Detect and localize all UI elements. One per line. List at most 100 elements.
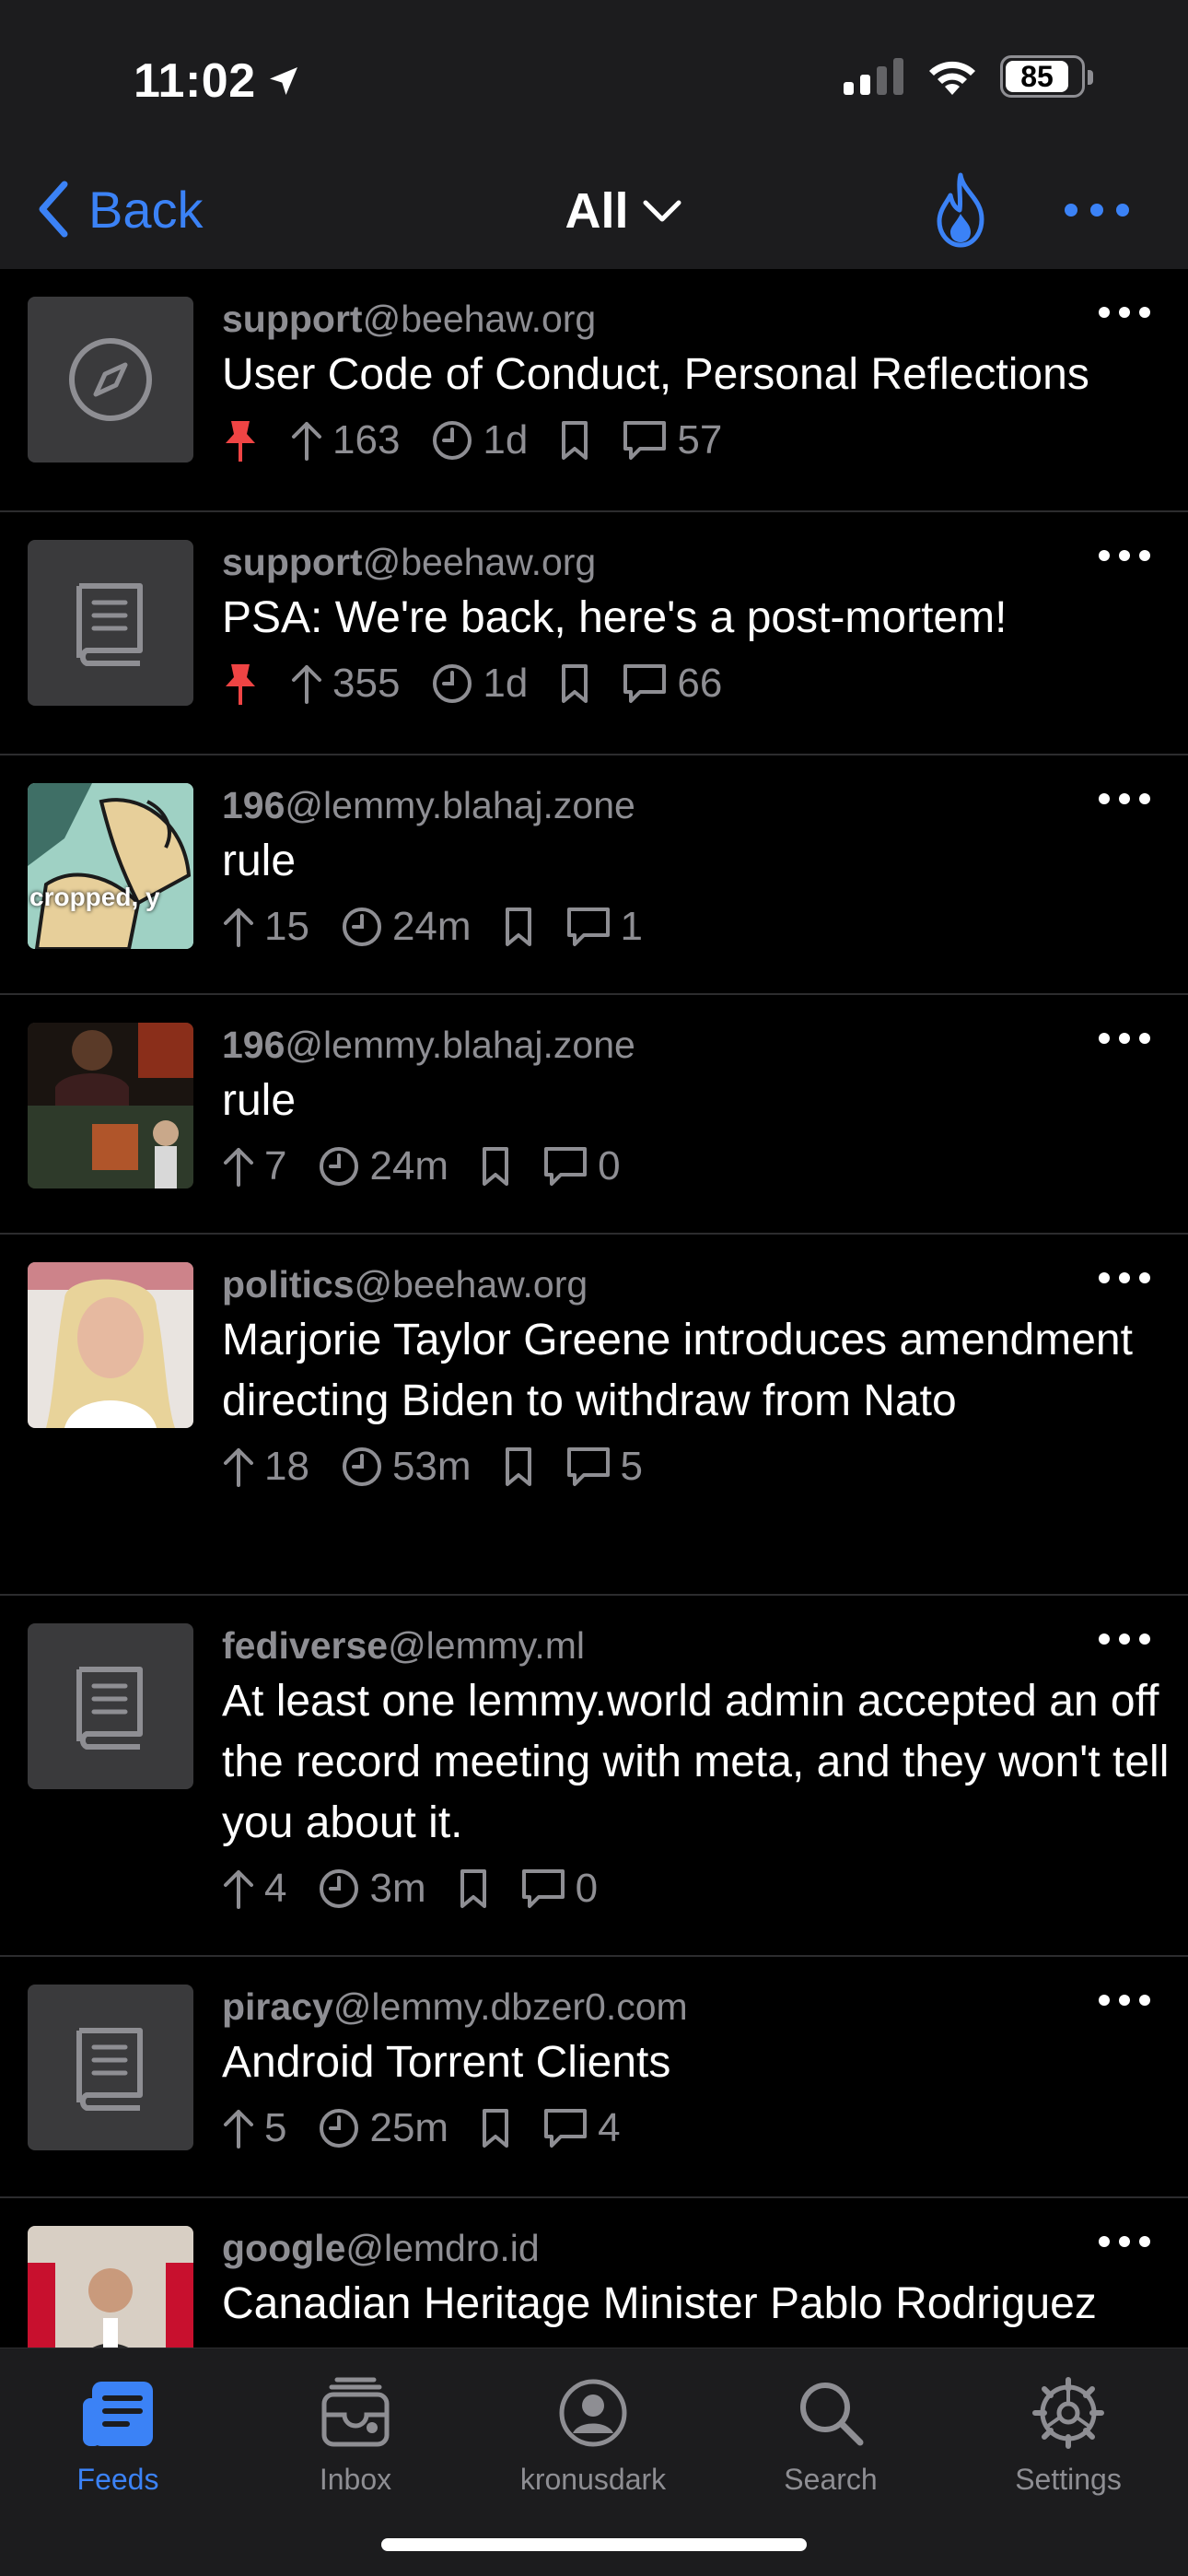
age-value: 25m: [369, 2105, 449, 2150]
post-item[interactable]: fediverse@lemmy.ml At least one lemmy.wo…: [0, 1596, 1188, 1957]
community-label: 196: [222, 784, 285, 826]
comment-count[interactable]: 4: [542, 2105, 621, 2151]
post-feed[interactable]: support@beehaw.org User Code of Conduct,…: [0, 269, 1188, 2348]
comment-count[interactable]: 0: [520, 1866, 598, 1912]
save-button[interactable]: [503, 1446, 534, 1488]
instance-label: @lemmy.blahaj.zone: [285, 784, 635, 826]
post-title[interactable]: Android Torrent Clients: [222, 2032, 1170, 2093]
score-value: 355: [332, 661, 401, 706]
post-title[interactable]: Canadian Heritage Minister Pablo Rodrigu…: [222, 2274, 1170, 2335]
comment-count[interactable]: 57: [622, 417, 722, 463]
upvote-score[interactable]: 5: [222, 2105, 286, 2151]
clock-icon: [320, 2109, 359, 2148]
tab-label: Search: [784, 2463, 878, 2496]
comment-count[interactable]: 0: [542, 1143, 621, 1189]
community-name[interactable]: 196@lemmy.blahaj.zone: [222, 783, 1170, 827]
post-title[interactable]: rule: [222, 1071, 1170, 1131]
comment-count[interactable]: 66: [622, 661, 722, 707]
post-options-button[interactable]: [1098, 792, 1151, 810]
post-options-button[interactable]: [1098, 1271, 1151, 1289]
post-item[interactable]: support@beehaw.org PSA: We're back, here…: [0, 512, 1188, 755]
community-name[interactable]: piracy@lemmy.dbzer0.com: [222, 1985, 1170, 2029]
post-thumbnail[interactable]: [28, 1023, 193, 1188]
post-item[interactable]: 196@lemmy.blahaj.zone rule 7 24m 0: [0, 995, 1188, 1235]
tab-profile[interactable]: kronusdark: [501, 2369, 685, 2497]
comment-count[interactable]: 1: [565, 904, 643, 950]
post-title[interactable]: PSA: We're back, here's a post-mortem!: [222, 588, 1170, 649]
comments-value: 5: [620, 1444, 644, 1489]
post-title[interactable]: Marjorie Taylor Greene introduces amendm…: [222, 1310, 1170, 1432]
post-title[interactable]: User Code of Conduct, Personal Reflectio…: [222, 345, 1170, 405]
post-options-button[interactable]: [1098, 2235, 1151, 2253]
post-options-button[interactable]: [1098, 1633, 1151, 1650]
post-options-button[interactable]: [1098, 1032, 1151, 1049]
post-meta: 355 1d 66: [222, 656, 1170, 711]
bookmark-icon: [483, 1147, 509, 1186]
tab-settings[interactable]: Settings: [976, 2369, 1160, 2497]
upvote-score[interactable]: 4: [222, 1866, 286, 1912]
community-label: piracy: [222, 1985, 333, 2028]
post-item[interactable]: politics@beehaw.org Marjorie Taylor Gree…: [0, 1235, 1188, 1596]
tab-inbox[interactable]: Inbox: [263, 2369, 448, 2497]
post-thumbnail[interactable]: [28, 1623, 193, 1789]
save-button[interactable]: [480, 2107, 511, 2149]
community-name[interactable]: 196@lemmy.blahaj.zone: [222, 1023, 1170, 1067]
age-value: 1d: [483, 661, 529, 706]
post-thumbnail[interactable]: [28, 297, 193, 463]
tab-label: Settings: [1015, 2463, 1122, 2496]
post-thumbnail[interactable]: [28, 2226, 193, 2348]
more-options-button[interactable]: [1064, 201, 1130, 224]
post-item[interactable]: piracy@lemmy.dbzer0.com Android Torrent …: [0, 1957, 1188, 2198]
save-button[interactable]: [480, 1145, 511, 1188]
search-icon: [800, 2383, 864, 2446]
tab-feeds[interactable]: Feeds: [26, 2369, 210, 2497]
post-thumbnail[interactable]: [28, 1262, 193, 1428]
arrow-up-icon: [224, 1870, 253, 1909]
community-name[interactable]: fediverse@lemmy.ml: [222, 1623, 1170, 1668]
comments-value: 1: [620, 904, 644, 949]
bookmark-icon: [505, 1447, 531, 1486]
instance-label: @lemmy.ml: [388, 1624, 586, 1667]
post-item[interactable]: support@beehaw.org User Code of Conduct,…: [0, 269, 1188, 512]
sort-button[interactable]: [930, 171, 991, 253]
post-options-button[interactable]: [1098, 1994, 1151, 2011]
community-name[interactable]: support@beehaw.org: [222, 540, 1170, 584]
community-label: 196: [222, 1024, 285, 1066]
save-button[interactable]: [559, 662, 590, 705]
save-button[interactable]: [559, 419, 590, 462]
upvote-score[interactable]: 163: [290, 417, 400, 463]
comment-icon: [623, 664, 667, 703]
save-button[interactable]: [503, 906, 534, 948]
post-item[interactable]: cropped, y 196@lemmy.blahaj.zone rule 15…: [0, 755, 1188, 995]
community-name[interactable]: support@beehaw.org: [222, 297, 1170, 341]
feed-selector[interactable]: All: [0, 182, 1188, 240]
save-button[interactable]: [458, 1868, 489, 1910]
post-item[interactable]: google@lemdro.id Canadian Heritage Minis…: [0, 2198, 1188, 2348]
clock-icon: [320, 1869, 359, 1908]
home-indicator[interactable]: [381, 2538, 807, 2551]
community-name[interactable]: google@lemdro.id: [222, 2226, 1170, 2270]
arrow-up-icon: [292, 422, 321, 461]
post-age: 24m: [318, 1143, 448, 1189]
battery-cap: [1088, 70, 1093, 85]
post-thumbnail[interactable]: cropped, y: [28, 783, 193, 949]
upvote-score[interactable]: 15: [222, 904, 309, 950]
upvote-score[interactable]: 7: [222, 1143, 286, 1189]
upvote-score[interactable]: 18: [222, 1444, 309, 1490]
flame-icon: [937, 172, 984, 248]
community-name[interactable]: politics@beehaw.org: [222, 1262, 1170, 1306]
post-title[interactable]: At least one lemmy.world admin accepted …: [222, 1671, 1170, 1854]
ellipsis-icon: [1099, 1995, 1150, 2006]
tab-search[interactable]: Search: [739, 2369, 923, 2497]
post-title[interactable]: rule: [222, 831, 1170, 892]
post-options-button[interactable]: [1098, 549, 1151, 567]
post-thumbnail[interactable]: [28, 1985, 193, 2150]
instance-label: @beehaw.org: [362, 541, 597, 583]
post-thumbnail[interactable]: [28, 540, 193, 706]
gear-icon: [1032, 2377, 1104, 2449]
comment-count[interactable]: 5: [565, 1444, 643, 1490]
book-icon: [76, 583, 143, 666]
comments-value: 66: [677, 661, 723, 706]
post-options-button[interactable]: [1098, 306, 1151, 323]
upvote-score[interactable]: 355: [290, 661, 400, 707]
